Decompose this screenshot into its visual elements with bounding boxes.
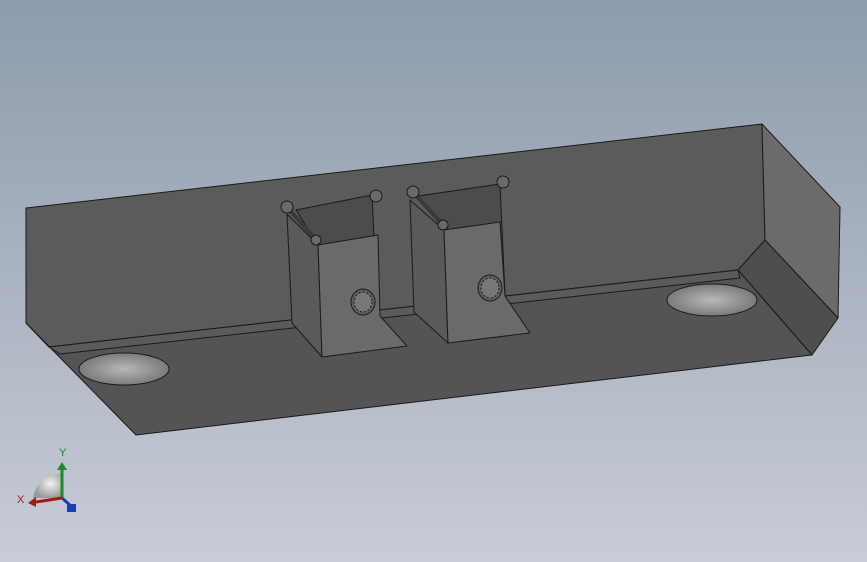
mounting-hole-left[interactable]	[78, 352, 170, 386]
right-tab-pin-a	[406, 185, 420, 199]
right-tab-pin-b	[437, 219, 449, 231]
left-tab-pin-a	[280, 200, 294, 214]
model-canvas[interactable]: Y X Z	[0, 0, 867, 562]
graphics-viewport[interactable]: Y X Z	[0, 0, 867, 562]
right-tab-pin-c	[496, 175, 510, 189]
triad-z-label: Z	[69, 503, 76, 515]
triad-x-label: X	[17, 494, 25, 506]
left-tab-pin-b	[310, 234, 322, 246]
mounting-hole-right[interactable]	[666, 283, 758, 317]
triad-y-label: Y	[59, 447, 67, 459]
left-tab-bore-inner	[353, 291, 373, 313]
right-tab-bore-inner	[480, 277, 500, 299]
left-tab-pin-c	[369, 189, 383, 203]
